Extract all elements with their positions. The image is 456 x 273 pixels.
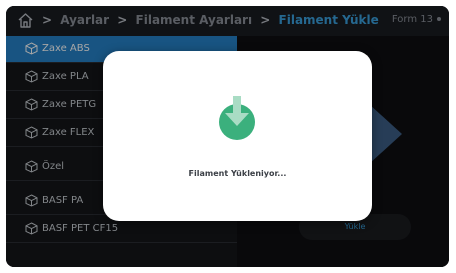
printer-screen: > Ayarlar > Filament Ayarları > Filament… [6, 6, 449, 267]
loading-message: Filament Yükleniyor... [188, 169, 287, 178]
download-arrow-icon [219, 96, 255, 140]
loading-dialog: Filament Yükleniyor... [103, 51, 372, 221]
